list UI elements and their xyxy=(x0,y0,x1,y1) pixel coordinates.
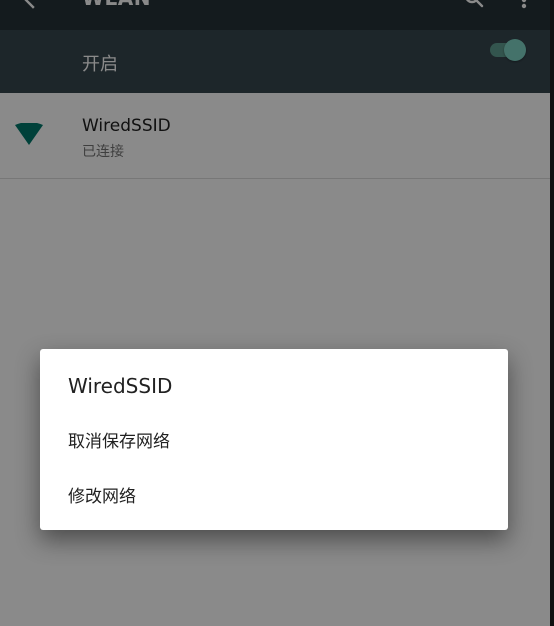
dialog-scrim[interactable] xyxy=(0,0,554,626)
dialog-title: WiredSSID xyxy=(68,374,173,398)
forget-network-label: 取消保存网络 xyxy=(68,432,170,452)
network-options-dialog: WiredSSID 取消保存网络 修改网络 xyxy=(40,349,508,530)
wifi-settings-screen: WLAN 开启 WiredSSID 已连接 WiredSSID 取消保存网络 xyxy=(0,0,554,626)
modify-network-option[interactable]: 修改网络 xyxy=(40,470,508,514)
forget-network-option[interactable]: 取消保存网络 xyxy=(40,415,508,459)
screen-edge xyxy=(550,0,554,626)
modify-network-label: 修改网络 xyxy=(68,487,136,507)
